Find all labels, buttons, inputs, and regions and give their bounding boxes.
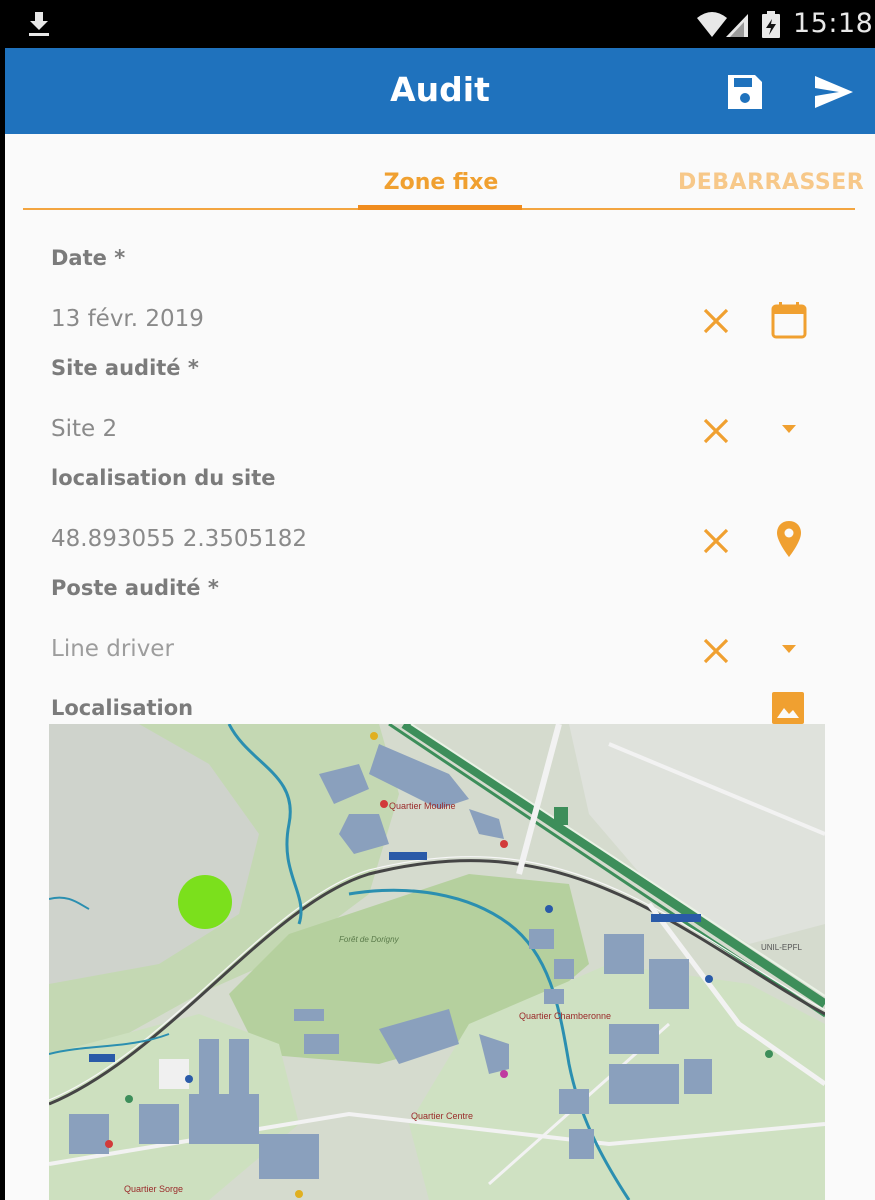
send-icon[interactable] xyxy=(811,72,855,112)
campus-map[interactable]: Quartier Mouline Forêt de Dorigny Quarti… xyxy=(49,724,825,1200)
image-icon[interactable] xyxy=(771,691,805,725)
save-icon[interactable] xyxy=(725,72,765,112)
date-field[interactable]: 13 févr. 2019 xyxy=(51,306,204,332)
clear-poste-icon[interactable] xyxy=(701,636,731,666)
calendar-icon[interactable] xyxy=(770,300,808,340)
status-time: 15:18 xyxy=(793,8,874,39)
clear-site-icon[interactable] xyxy=(701,416,731,446)
signal-icon xyxy=(726,14,748,37)
tab-zone-fixe[interactable]: Zone fixe xyxy=(360,170,522,195)
status-icons xyxy=(697,11,780,38)
map-label-unil-epfl: UNIL-EPFL xyxy=(761,943,802,952)
wifi-icon xyxy=(697,12,727,37)
tab-debarrasser[interactable]: DEBARRASSER xyxy=(678,170,864,195)
map-label-mouline: Quartier Mouline xyxy=(389,801,456,811)
site-dropdown-arrow-icon[interactable] xyxy=(781,424,797,434)
site-label: Site audité * xyxy=(51,356,199,380)
screen: 15:18 Audit Zone fixe DEBARRASSER Date *… xyxy=(0,0,875,1200)
tab-bar: Zone fixe DEBARRASSER xyxy=(5,134,875,214)
battery-icon xyxy=(762,11,780,38)
site-location-field[interactable]: 48.893055 2.3505182 xyxy=(51,526,307,552)
map-label-chamberonne: Quartier Chamberonne xyxy=(519,1011,611,1021)
status-bar: 15:18 xyxy=(0,0,875,48)
form-content: Zone fixe DEBARRASSER Date * 13 févr. 20… xyxy=(5,134,875,1200)
tab-indicator xyxy=(358,205,522,210)
poste-label: Poste audité * xyxy=(51,576,219,600)
clear-location-icon[interactable] xyxy=(701,526,731,556)
localisation-label: Localisation xyxy=(51,696,194,720)
site-location-label: localisation du site xyxy=(51,466,276,490)
map-label-foret: Forêt de Dorigny xyxy=(339,935,400,944)
download-icon xyxy=(29,12,49,36)
map-label-sorge: Quartier Sorge xyxy=(124,1184,183,1194)
poste-select[interactable]: Line driver xyxy=(51,636,174,662)
site-select[interactable]: Site 2 xyxy=(51,416,117,442)
date-label: Date * xyxy=(51,246,126,270)
poste-dropdown-arrow-icon[interactable] xyxy=(781,644,797,654)
clear-date-icon[interactable] xyxy=(701,306,731,336)
location-marker[interactable] xyxy=(178,875,232,929)
app-bar: Audit xyxy=(5,48,875,134)
map-label-centre: Quartier Centre xyxy=(411,1111,473,1121)
location-pin-icon[interactable] xyxy=(776,520,802,558)
